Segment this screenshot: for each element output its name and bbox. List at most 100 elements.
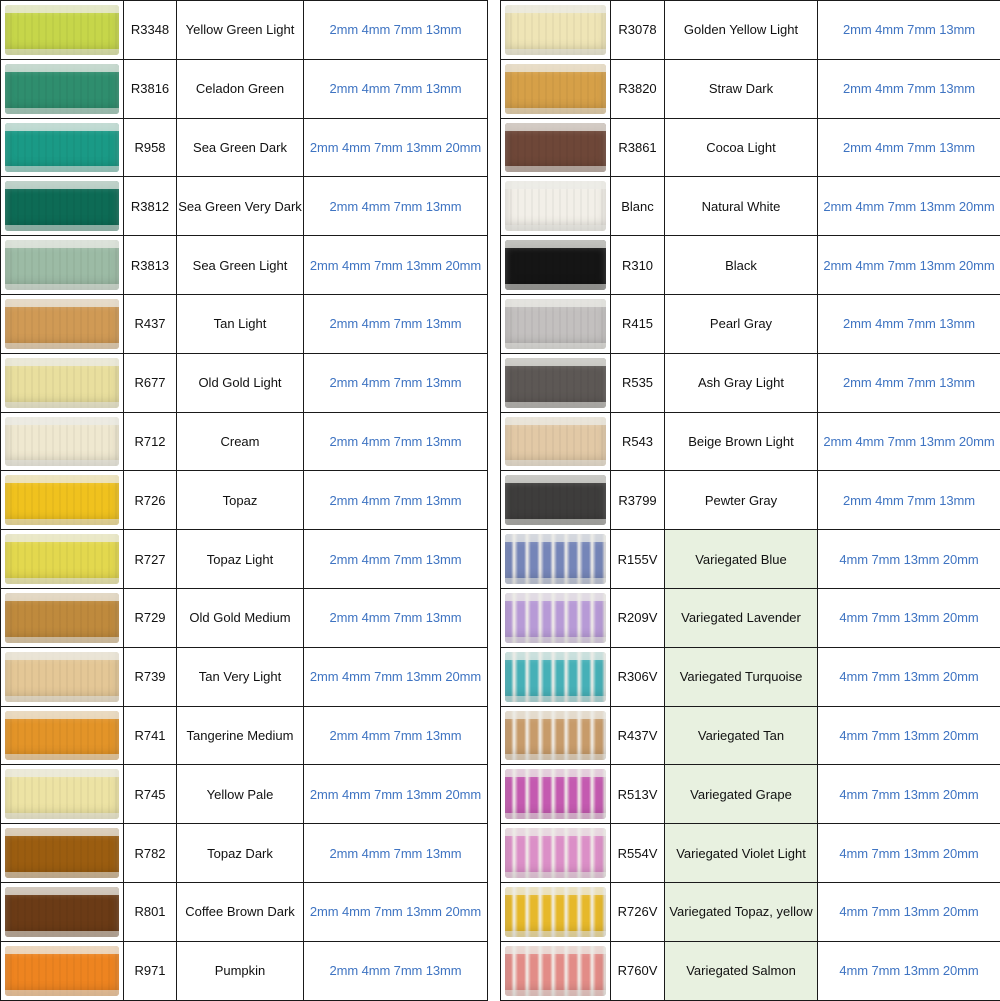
color-name: Old Gold Medium [177, 588, 304, 647]
color-name: Variegated Topaz, yellow [665, 882, 818, 941]
available-widths: 4mm 7mm 13mm 20mm [818, 941, 1000, 1000]
color-name: Beige Brown Light [665, 412, 818, 471]
swatch-cell [501, 882, 611, 941]
ribbon-row: R3813Sea Green Light2mm 4mm 7mm 13mm 20m… [1, 236, 488, 295]
ribbon-spool-image [5, 475, 119, 525]
swatch-cell [1, 882, 124, 941]
color-code: R3799 [611, 471, 665, 530]
available-widths: 2mm 4mm 7mm 13mm [818, 294, 1000, 353]
ribbon-spool-image [505, 593, 606, 643]
color-code: R155V [611, 530, 665, 589]
ribbon-spool-image [505, 887, 606, 937]
color-name: Pumpkin [177, 941, 304, 1000]
color-code: R971 [124, 941, 177, 1000]
ribbon-table-left: R3348Yellow Green Light2mm 4mm 7mm 13mm R… [0, 0, 488, 1001]
ribbon-spool-image [505, 946, 606, 996]
swatch-cell [501, 588, 611, 647]
ribbon-row: R712Cream2mm 4mm 7mm 13mm [1, 412, 488, 471]
ribbon-spool-image [5, 593, 119, 643]
ribbon-row: R971Pumpkin2mm 4mm 7mm 13mm [1, 941, 488, 1000]
available-widths: 2mm 4mm 7mm 13mm [304, 530, 488, 589]
ribbon-spool-image [505, 769, 606, 819]
ribbon-spool-image [505, 711, 606, 761]
ribbon-spool-image [5, 5, 119, 55]
ribbon-row: R209VVariegated Lavender4mm 7mm 13mm 20m… [501, 588, 1000, 647]
color-name: Old Gold Light [177, 353, 304, 412]
color-name: Yellow Green Light [177, 1, 304, 60]
available-widths: 2mm 4mm 7mm 13mm 20mm [304, 236, 488, 295]
ribbon-row: BlancNatural White2mm 4mm 7mm 13mm 20mm [501, 177, 1000, 236]
color-name: Variegated Turquoise [665, 647, 818, 706]
available-widths: 2mm 4mm 7mm 13mm 20mm [304, 882, 488, 941]
swatch-cell [501, 236, 611, 295]
ribbon-row: R741Tangerine Medium2mm 4mm 7mm 13mm [1, 706, 488, 765]
color-name: Ash Gray Light [665, 353, 818, 412]
swatch-cell [1, 118, 124, 177]
ribbon-spool-image [505, 64, 606, 114]
color-code: R535 [611, 353, 665, 412]
ribbon-spool-image [5, 534, 119, 584]
ribbon-spool-image [5, 828, 119, 878]
color-name: Sea Green Light [177, 236, 304, 295]
color-name: Topaz [177, 471, 304, 530]
ribbon-spool-image [5, 887, 119, 937]
ribbon-row: R958Sea Green Dark2mm 4mm 7mm 13mm 20mm [1, 118, 488, 177]
available-widths: 2mm 4mm 7mm 13mm [818, 59, 1000, 118]
swatch-cell [1, 236, 124, 295]
swatch-cell [1, 353, 124, 412]
ribbon-spool-image [505, 5, 606, 55]
available-widths: 2mm 4mm 7mm 13mm [304, 59, 488, 118]
swatch-cell [1, 59, 124, 118]
ribbon-spool-image [505, 181, 606, 231]
ribbon-row: R310Black2mm 4mm 7mm 13mm 20mm [501, 236, 1000, 295]
color-code: R310 [611, 236, 665, 295]
available-widths: 2mm 4mm 7mm 13mm [818, 471, 1000, 530]
ribbon-spool-image [5, 123, 119, 173]
ribbon-row: R3348Yellow Green Light2mm 4mm 7mm 13mm [1, 1, 488, 60]
color-code: R209V [611, 588, 665, 647]
available-widths: 2mm 4mm 7mm 13mm [304, 824, 488, 883]
ribbon-spool-image [5, 240, 119, 290]
color-code: R554V [611, 824, 665, 883]
color-code: R782 [124, 824, 177, 883]
available-widths: 2mm 4mm 7mm 13mm 20mm [818, 236, 1000, 295]
ribbon-row: R782Topaz Dark2mm 4mm 7mm 13mm [1, 824, 488, 883]
available-widths: 2mm 4mm 7mm 13mm [304, 1, 488, 60]
color-name: Variegated Blue [665, 530, 818, 589]
color-code: R726 [124, 471, 177, 530]
color-name: Tan Light [177, 294, 304, 353]
color-code: R739 [124, 647, 177, 706]
ribbon-spool-image [5, 652, 119, 702]
ribbon-row: R729Old Gold Medium2mm 4mm 7mm 13mm [1, 588, 488, 647]
swatch-cell [501, 471, 611, 530]
available-widths: 4mm 7mm 13mm 20mm [818, 530, 1000, 589]
color-code: R958 [124, 118, 177, 177]
swatch-cell [1, 765, 124, 824]
swatch-cell [501, 647, 611, 706]
color-name: Natural White [665, 177, 818, 236]
color-code: R3812 [124, 177, 177, 236]
color-code: R3820 [611, 59, 665, 118]
color-name: Topaz Dark [177, 824, 304, 883]
swatch-cell [501, 353, 611, 412]
available-widths: 4mm 7mm 13mm 20mm [818, 647, 1000, 706]
swatch-cell [1, 824, 124, 883]
swatch-cell [501, 530, 611, 589]
ribbon-spool-image [5, 64, 119, 114]
color-code: R3078 [611, 1, 665, 60]
swatch-cell [1, 530, 124, 589]
ribbon-table-right: R3078Golden Yellow Light2mm 4mm 7mm 13mm… [500, 0, 1000, 1001]
color-name: Pearl Gray [665, 294, 818, 353]
swatch-cell [1, 294, 124, 353]
available-widths: 2mm 4mm 7mm 13mm [304, 941, 488, 1000]
color-name: Cocoa Light [665, 118, 818, 177]
color-name: Golden Yellow Light [665, 1, 818, 60]
ribbon-spool-image [5, 417, 119, 467]
swatch-cell [1, 706, 124, 765]
ribbon-spool-image [505, 475, 606, 525]
available-widths: 2mm 4mm 7mm 13mm 20mm [818, 177, 1000, 236]
swatch-cell [501, 412, 611, 471]
available-widths: 2mm 4mm 7mm 13mm [304, 177, 488, 236]
available-widths: 2mm 4mm 7mm 13mm [304, 412, 488, 471]
ribbon-row: R437VVariegated Tan4mm 7mm 13mm 20mm [501, 706, 1000, 765]
